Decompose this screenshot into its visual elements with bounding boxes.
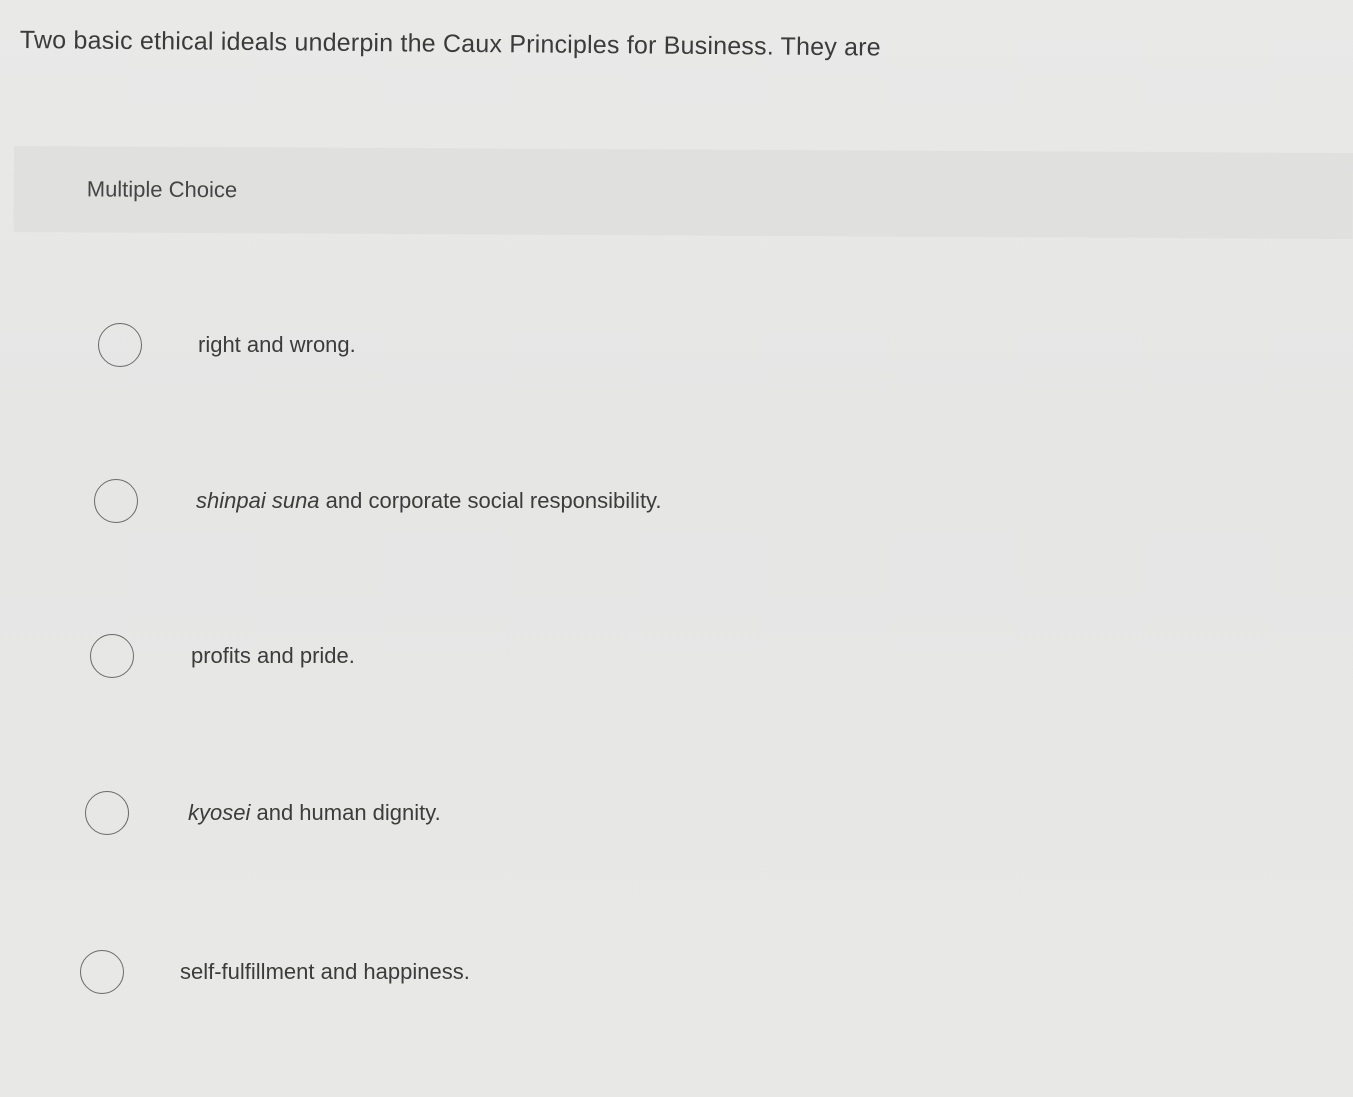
option-kyosei[interactable]: kyosei and human dignity. — [85, 783, 441, 843]
option-label: shinpai suna and corporate social respon… — [196, 488, 662, 513]
option-right-and-wrong[interactable]: right and wrong. — [98, 315, 356, 375]
radio-button[interactable] — [98, 323, 142, 367]
option-shinpai-suna[interactable]: shinpai suna and corporate social respon… — [94, 471, 662, 531]
option-label: self-fulfillment and happiness. — [180, 959, 470, 984]
question-type-label: Multiple Choice — [86, 176, 238, 203]
option-label: kyosei and human dignity. — [188, 800, 441, 825]
option-profits-and-pride[interactable]: profits and pride. — [90, 626, 355, 686]
radio-button[interactable] — [90, 634, 134, 678]
option-self-fulfillment[interactable]: self-fulfillment and happiness. — [80, 942, 470, 1002]
radio-button[interactable] — [85, 791, 129, 835]
question-type-banner: Multiple Choice — [13, 146, 1353, 240]
question-text: Two basic ethical ideals underpin the Ca… — [19, 26, 881, 62]
radio-button[interactable] — [94, 479, 138, 523]
option-label: profits and pride. — [191, 643, 355, 668]
option-label: right and wrong. — [198, 332, 356, 357]
radio-button[interactable] — [80, 950, 124, 994]
